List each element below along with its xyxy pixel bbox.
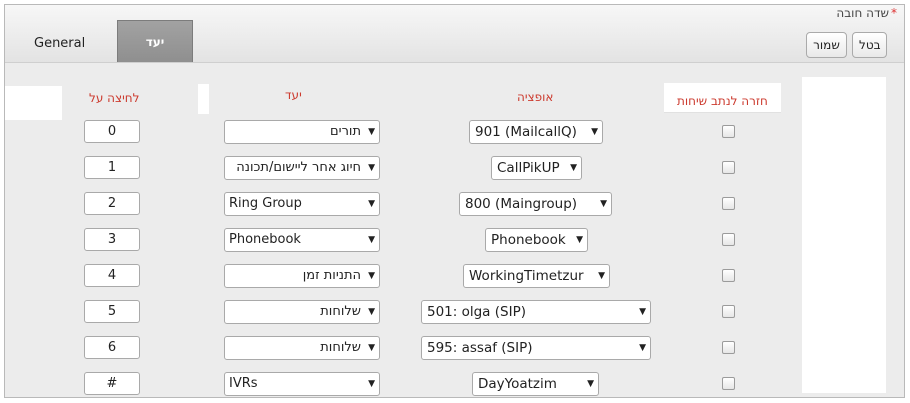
tab-general[interactable]: General	[34, 36, 85, 51]
destination-column-header: יעד	[285, 88, 302, 102]
option-select[interactable]: 800 (Maingroup) ▼	[459, 192, 612, 216]
option-select[interactable]: 901 (MailcallQ) ▼	[469, 120, 603, 144]
chevron-down-icon: ▼	[576, 235, 583, 245]
top-toolbar: General יעד *שדה חובה שמור בטל	[5, 5, 904, 63]
chevron-down-icon: ▼	[368, 307, 375, 317]
keypress-input[interactable]	[84, 228, 140, 251]
option-select[interactable]: 501: olga (SIP) ▼	[421, 300, 651, 324]
chevron-down-icon: ▼	[368, 379, 375, 389]
table-row: Phonebook▼ Phonebook▼	[5, 225, 904, 253]
destination-select[interactable]: התניות זמן ▼	[224, 264, 380, 288]
option-select[interactable]: 595: assaf (SIP) ▼	[421, 336, 651, 360]
required-star: *	[891, 6, 897, 20]
chevron-down-icon: ▼	[368, 235, 375, 245]
table-row: Ring Group▼ 800 (Maingroup)▼	[5, 189, 904, 217]
destination-select[interactable]: תורים ▼	[224, 120, 380, 144]
option-select[interactable]: CallPikUP ▼	[491, 156, 582, 180]
chevron-down-icon: ▼	[639, 343, 646, 353]
ivr-destinations-panel: General יעד *שדה חובה שמור בטל לחיצה על …	[4, 4, 905, 398]
chevron-down-icon: ▼	[368, 127, 375, 137]
chevron-down-icon: ▼	[639, 307, 646, 317]
chevron-down-icon: ▼	[600, 199, 607, 209]
table-row: חיוג אחר ליישום/תכונה▼ CallPikUP▼	[5, 153, 904, 181]
keypress-column-header: לחיצה על	[89, 91, 140, 105]
return-checkbox[interactable]	[722, 305, 735, 318]
chevron-down-icon: ▼	[368, 163, 375, 173]
keypress-input[interactable]	[84, 300, 140, 323]
chevron-down-icon: ▼	[368, 199, 375, 209]
option-select[interactable]: DayYoatzim ▼	[472, 372, 599, 396]
keypress-input[interactable]	[84, 120, 140, 143]
destination-header-cell	[198, 84, 209, 114]
tab-destination[interactable]: יעד	[117, 20, 193, 62]
chevron-down-icon: ▼	[587, 379, 594, 389]
keypress-input[interactable]	[84, 336, 140, 359]
return-checkbox[interactable]	[722, 377, 735, 390]
required-field-note: *שדה חובה	[836, 6, 897, 20]
option-select[interactable]: WorkingTimetzur ▼	[463, 264, 610, 288]
keypress-header-cell	[5, 86, 62, 120]
return-checkbox[interactable]	[722, 161, 735, 174]
table-row: התניות זמן▼ WorkingTimetzur▼	[5, 261, 904, 289]
required-label: שדה חובה	[836, 6, 889, 20]
table-row: שלוחות▼ 595: assaf (SIP)▼	[5, 333, 904, 361]
save-button[interactable]: שמור	[806, 32, 847, 58]
chevron-down-icon: ▼	[570, 163, 577, 173]
table-row: IVRs▼ DayYoatzim▼	[5, 369, 904, 397]
return-column-header: חזרה לנתב שיחות	[677, 94, 768, 108]
table-row: תורים▼ 901 (MailcallQ)▼	[5, 117, 904, 145]
keypress-input[interactable]	[84, 264, 140, 287]
destination-select[interactable]: שלוחות ▼	[224, 336, 380, 360]
cancel-button[interactable]: בטל	[852, 32, 887, 58]
keypress-input[interactable]	[84, 156, 140, 179]
option-column-header: אופציה	[517, 90, 554, 104]
destination-select[interactable]: Phonebook ▼	[224, 228, 380, 252]
return-checkbox[interactable]	[722, 341, 735, 354]
destination-select[interactable]: שלוחות ▼	[224, 300, 380, 324]
chevron-down-icon: ▼	[598, 271, 605, 281]
keypress-input[interactable]	[84, 192, 140, 215]
destination-select[interactable]: IVRs ▼	[224, 372, 380, 396]
chevron-down-icon: ▼	[368, 271, 375, 281]
chevron-down-icon: ▼	[368, 343, 375, 353]
return-checkbox[interactable]	[722, 125, 735, 138]
return-checkbox[interactable]	[722, 233, 735, 246]
destination-select[interactable]: חיוג אחר ליישום/תכונה ▼	[224, 156, 380, 180]
option-select[interactable]: Phonebook ▼	[485, 228, 588, 252]
destination-select[interactable]: Ring Group ▼	[224, 192, 380, 216]
keypress-input[interactable]	[84, 372, 140, 395]
return-checkbox[interactable]	[722, 197, 735, 210]
chevron-down-icon: ▼	[591, 127, 598, 137]
table-row: שלוחות▼ 501: olga (SIP)▼	[5, 297, 904, 325]
return-checkbox[interactable]	[722, 269, 735, 282]
